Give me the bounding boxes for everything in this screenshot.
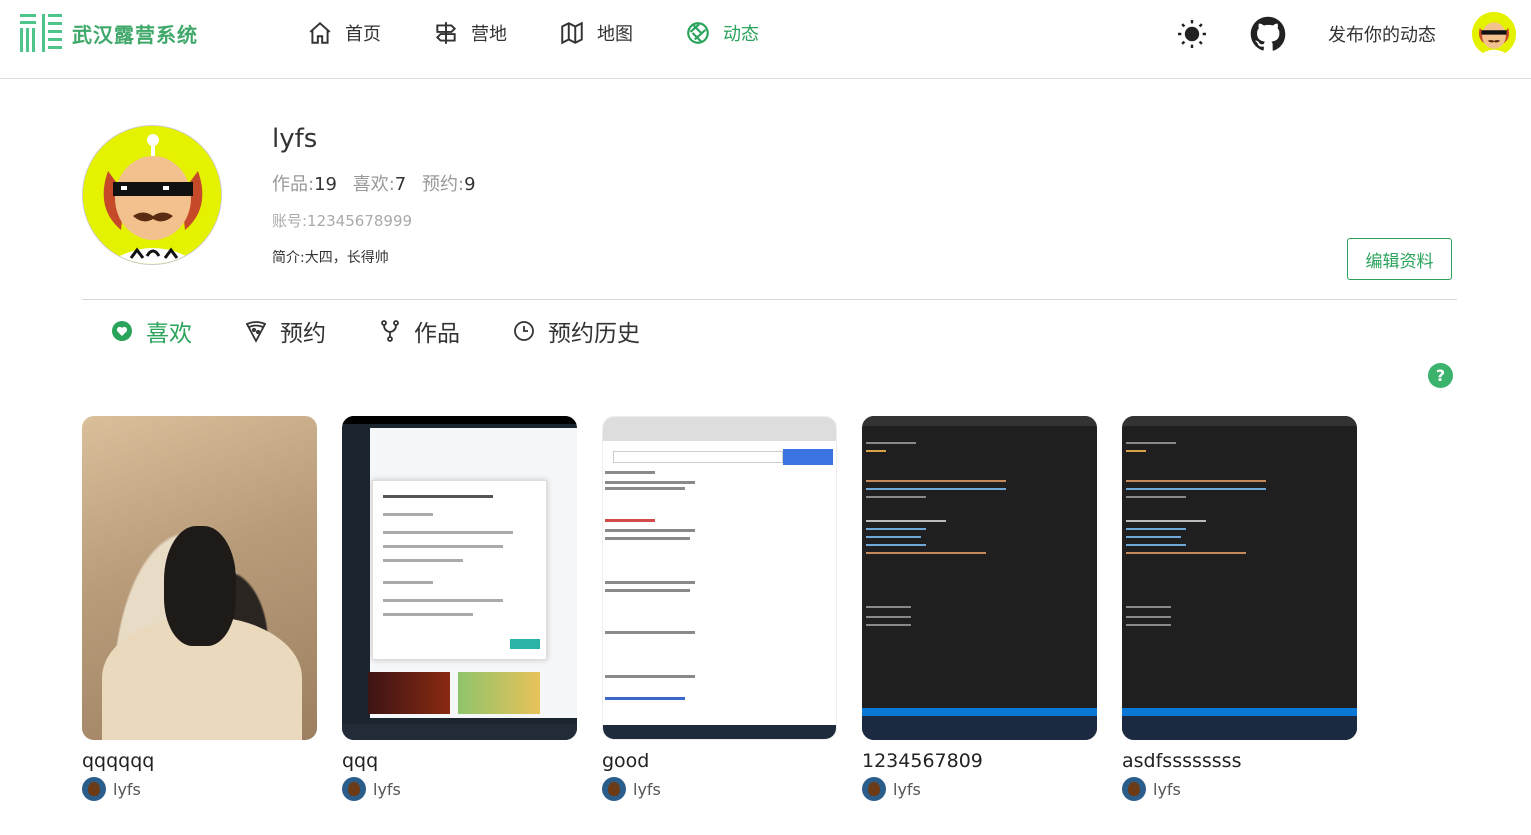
nav-home-label: 首页: [345, 24, 381, 45]
avatar-image: [83, 126, 221, 264]
post-card[interactable]: qqq lyfs: [342, 416, 577, 801]
tab-likes-label: 喜欢: [146, 321, 192, 347]
nav-map[interactable]: 地图: [559, 18, 633, 48]
branch-icon: [381, 320, 399, 342]
likes-label: 喜欢:: [352, 174, 395, 195]
publish-moment-link[interactable]: 发布你的动态: [1328, 14, 1436, 54]
clock-icon: [514, 321, 534, 341]
author-name: lyfs: [633, 779, 661, 799]
avatar-image: [1472, 12, 1516, 56]
main-nav: 首页 营地 地图 动态: [307, 18, 811, 48]
post-card[interactable]: asdfssssssss lyfs: [1122, 416, 1357, 801]
profile-name: lyfs: [272, 124, 318, 154]
tab-bookings[interactable]: 预约: [244, 313, 326, 349]
nav-moments-label: 动态: [723, 24, 759, 45]
post-title: qqqqqq: [82, 750, 155, 772]
tab-booking-history-label: 预约历史: [548, 321, 640, 347]
home-icon: [309, 21, 331, 44]
post-title: 1234567809: [862, 750, 983, 772]
aperture-icon: [687, 22, 709, 44]
profile-bio: 简介:大四，长得帅: [272, 250, 389, 266]
post-author: lyfs: [82, 777, 317, 801]
author-avatar: [342, 777, 366, 801]
github-link[interactable]: [1250, 14, 1286, 54]
author-name: lyfs: [113, 779, 141, 799]
post-title: qqq: [342, 750, 379, 772]
tab-booking-history[interactable]: 预约历史: [512, 313, 640, 349]
nav-campsite-label: 营地: [471, 24, 507, 45]
post-thumbnail[interactable]: [602, 416, 837, 740]
edit-profile-button[interactable]: 编辑资料: [1347, 238, 1452, 280]
nav-map-label: 地图: [597, 24, 633, 45]
post-thumbnail[interactable]: [342, 416, 577, 740]
profile-avatar: [82, 125, 222, 265]
post-author: lyfs: [342, 777, 577, 801]
author-name: lyfs: [1153, 779, 1181, 799]
tab-likes[interactable]: 喜欢: [110, 313, 192, 349]
works-count: 19: [314, 174, 337, 195]
post-title: asdfssssssss: [1122, 750, 1242, 772]
tab-works-label: 作品: [414, 321, 460, 347]
profile-tabs: 喜欢 预约 作品 预约历史: [110, 313, 692, 349]
post-author: lyfs: [862, 777, 1097, 801]
works-label: 作品:: [272, 174, 315, 195]
nav-campsite[interactable]: 营地: [433, 18, 507, 48]
post-thumbnail[interactable]: [862, 416, 1097, 740]
top-header: 武汉露营系统 首页 营地 地图 动态 发布你的动态: [0, 0, 1531, 79]
theme-toggle[interactable]: [1176, 14, 1208, 54]
author-avatar: [862, 777, 886, 801]
github-icon: [1250, 16, 1286, 51]
post-card[interactable]: 1234567809 lyfs: [862, 416, 1097, 801]
author-avatar: [1122, 777, 1146, 801]
profile-stats: 作品:19 喜欢:7 预约:9: [272, 170, 486, 196]
logo[interactable]: 武汉露营系统: [20, 12, 198, 54]
nav-home[interactable]: 首页: [307, 18, 381, 48]
post-author: lyfs: [602, 777, 837, 801]
likes-count: 7: [394, 174, 407, 195]
author-name: lyfs: [893, 779, 921, 799]
sun-icon: [1178, 20, 1206, 48]
user-avatar[interactable]: [1472, 12, 1516, 56]
post-card[interactable]: good lyfs: [602, 416, 837, 801]
post-card[interactable]: qqqqqq lyfs: [82, 416, 317, 801]
logo-text: 武汉露营系统: [72, 22, 198, 47]
help-button[interactable]: ?: [1428, 363, 1453, 388]
nav-moments[interactable]: 动态: [685, 18, 759, 48]
pizza-icon: [245, 321, 267, 343]
divider: [82, 299, 1457, 300]
post-thumbnail[interactable]: [1122, 416, 1357, 740]
post-author: lyfs: [1122, 777, 1357, 801]
bookings-label: 预约:: [421, 174, 465, 195]
post-title: good: [602, 750, 650, 772]
heart-icon: [112, 321, 132, 341]
bookings-count: 9: [464, 174, 476, 195]
tab-works[interactable]: 作品: [378, 313, 460, 349]
author-name: lyfs: [373, 779, 401, 799]
author-avatar: [82, 777, 106, 801]
logo-icon: [20, 14, 62, 52]
post-thumbnail[interactable]: [82, 416, 317, 740]
signpost-icon: [435, 22, 457, 44]
map-icon: [561, 21, 583, 45]
author-avatar: [602, 777, 626, 801]
tab-bookings-label: 预约: [280, 321, 326, 347]
profile-account: 账号:12345678999: [272, 212, 413, 230]
